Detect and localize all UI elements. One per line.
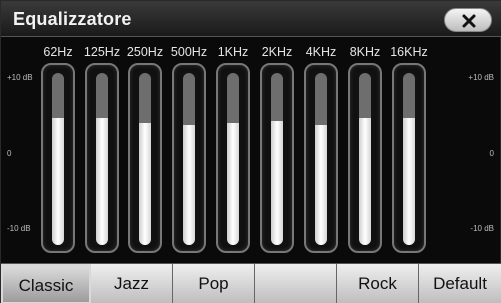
scale-right-top: +10 dB <box>468 73 494 82</box>
eq-slider[interactable] <box>216 63 250 253</box>
title-bar: Equalizzatore <box>1 1 501 37</box>
eq-slider[interactable] <box>392 63 426 253</box>
preset-pop-button[interactable]: Pop <box>173 264 255 303</box>
window-title: Equalizzatore <box>13 9 132 29</box>
band-label: 250Hz <box>126 45 164 59</box>
band-label: 1KHz <box>217 45 249 59</box>
band-label: 16KHz <box>390 45 428 59</box>
eq-slider[interactable] <box>348 63 382 253</box>
slider-fill <box>359 117 371 245</box>
equalizer-window: Equalizzatore 62Hz 125Hz 250Hz 500Hz 1KHz 2KH… <box>0 0 501 303</box>
eq-slider[interactable] <box>304 63 338 253</box>
slider-track[interactable] <box>96 73 108 245</box>
close-icon <box>462 14 476 28</box>
frequency-labels: 62Hz 125Hz 250Hz 500Hz 1KHz 2KHz 4KHz 8KHz 16KHz <box>1 45 501 63</box>
band-label: 125Hz <box>83 45 121 59</box>
preset-empty-button[interactable] <box>255 264 337 303</box>
scale-left-bottom: -10 dB <box>7 224 31 233</box>
slider-track[interactable] <box>359 73 371 245</box>
band-label: 4KHz <box>305 45 337 59</box>
scale-left-top: +10 dB <box>7 73 33 82</box>
eq-slider[interactable] <box>128 63 162 253</box>
eq-slider[interactable] <box>260 63 294 253</box>
slider-fill <box>52 117 64 245</box>
eq-slider[interactable] <box>172 63 206 253</box>
preset-default-button[interactable]: Default <box>419 264 501 303</box>
slider-track[interactable] <box>315 73 327 245</box>
scale-right-bottom: -10 dB <box>470 224 494 233</box>
preset-rock-button[interactable]: Rock <box>337 264 419 303</box>
preset-jazz-button[interactable]: Jazz <box>91 264 173 303</box>
slider-track[interactable] <box>183 73 195 245</box>
slider-track[interactable] <box>52 73 64 245</box>
scale-left-middle: 0 <box>7 149 12 158</box>
slider-track[interactable] <box>403 73 415 245</box>
slider-fill <box>139 122 151 245</box>
preset-bar: Classic Jazz Pop Rock Default <box>1 263 501 303</box>
eq-slider[interactable] <box>85 63 119 253</box>
slider-fill <box>403 117 415 245</box>
slider-fill <box>96 117 108 245</box>
band-label: 500Hz <box>170 45 208 59</box>
scale-right-middle: 0 <box>489 149 494 158</box>
eq-slider[interactable] <box>41 63 75 253</box>
slider-track[interactable] <box>271 73 283 245</box>
slider-fill <box>227 122 239 245</box>
slider-track[interactable] <box>227 73 239 245</box>
slider-track[interactable] <box>139 73 151 245</box>
slider-fill <box>271 121 283 245</box>
slider-fill <box>183 124 195 245</box>
close-button[interactable] <box>444 8 492 32</box>
band-label: 2KHz <box>261 45 293 59</box>
band-label: 62Hz <box>43 45 73 59</box>
preset-classic-button[interactable]: Classic <box>1 264 91 303</box>
slider-fill <box>315 124 327 245</box>
band-label: 8KHz <box>349 45 381 59</box>
